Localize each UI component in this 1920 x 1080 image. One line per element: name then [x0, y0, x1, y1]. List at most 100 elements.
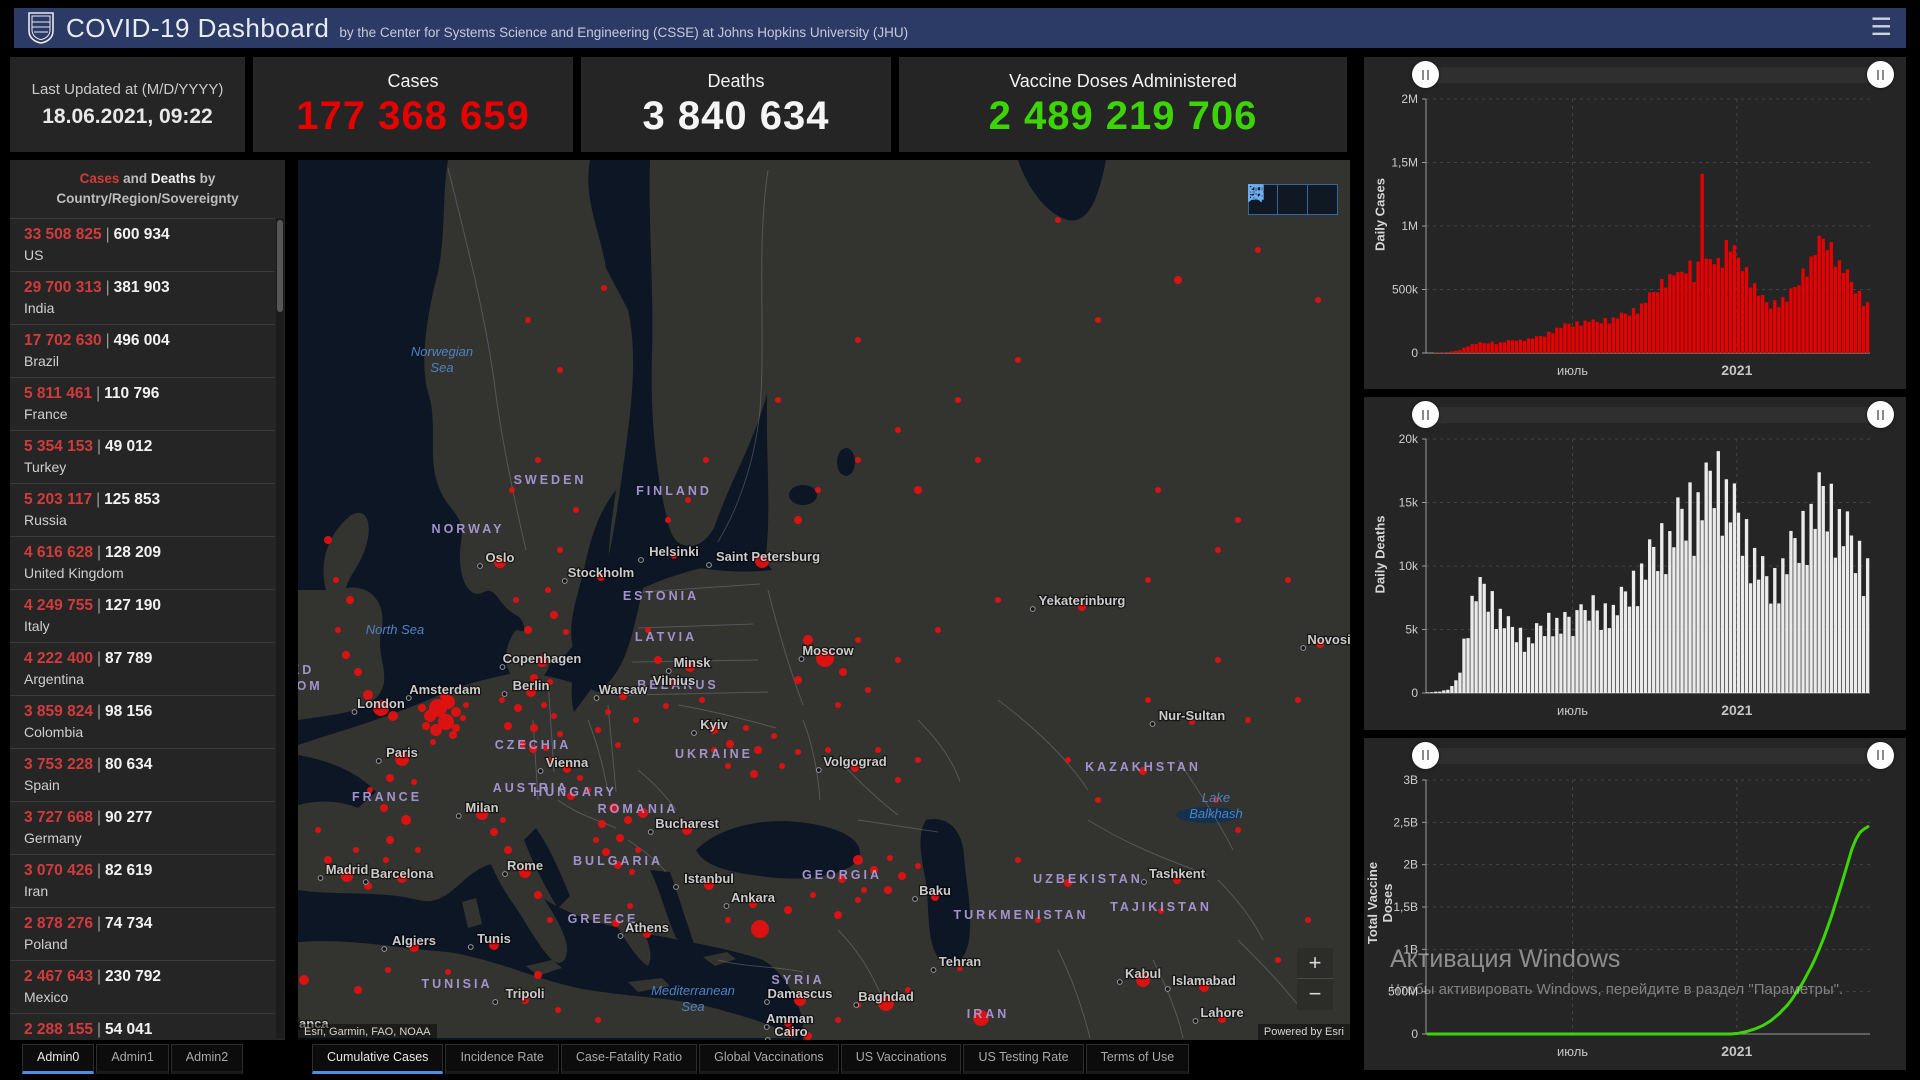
case-bubble[interactable]	[633, 717, 639, 723]
case-bubble[interactable]	[1235, 517, 1241, 523]
case-bubble[interactable]	[601, 285, 607, 291]
case-bubble[interactable]	[353, 847, 359, 853]
case-bubble[interactable]	[504, 722, 512, 730]
case-bubble[interactable]	[1055, 217, 1061, 223]
case-bubble[interactable]	[795, 749, 801, 755]
case-bubble[interactable]	[324, 536, 332, 544]
country-row[interactable]: 3 070 426|82 619Iran	[10, 854, 275, 907]
slider-handle-left[interactable]	[1412, 401, 1439, 428]
case-bubble[interactable]	[624, 816, 632, 824]
case-bubble[interactable]	[1145, 577, 1151, 583]
case-bubble[interactable]	[699, 697, 705, 703]
case-bubble[interactable]	[463, 702, 469, 708]
case-bubble[interactable]	[775, 397, 781, 403]
case-bubble[interactable]	[875, 747, 881, 753]
case-bubble[interactable]	[451, 707, 461, 717]
vaccine-doses-chart[interactable]: 0500M1B1,5B2B2,5B3Bиюль2021	[1364, 768, 1904, 1068]
case-bubble[interactable]	[955, 397, 961, 403]
case-bubble[interactable]	[422, 722, 430, 730]
case-bubble[interactable]	[834, 911, 842, 919]
case-bubble[interactable]	[386, 774, 394, 782]
case-bubble[interactable]	[1295, 697, 1301, 703]
case-bubble[interactable]	[499, 697, 505, 703]
case-bubble[interactable]	[411, 779, 417, 785]
case-bubble[interactable]	[815, 487, 821, 493]
case-bubble[interactable]	[665, 517, 671, 523]
case-bubble[interactable]	[703, 457, 709, 463]
case-bubble[interactable]	[504, 846, 512, 854]
case-bubble[interactable]	[595, 1017, 601, 1023]
case-bubble[interactable]	[430, 724, 442, 736]
case-bubble[interactable]	[1215, 657, 1221, 663]
country-row[interactable]: 29 700 313|381 903India	[10, 271, 275, 324]
case-bubble[interactable]	[460, 715, 466, 721]
case-bubble[interactable]	[743, 725, 749, 731]
zoom-in-button[interactable]: +	[1297, 948, 1333, 979]
case-bubble[interactable]	[629, 869, 635, 875]
case-bubble[interactable]	[654, 656, 662, 664]
case-bubble[interactable]	[865, 687, 871, 693]
country-row[interactable]: 4 249 755|127 190Italy	[10, 589, 275, 642]
case-bubble[interactable]	[895, 657, 901, 663]
case-bubble[interactable]	[388, 711, 398, 721]
scrollbar-thumb[interactable]	[277, 220, 283, 312]
vaccine-doses-time-slider[interactable]	[1416, 748, 1890, 764]
case-bubble[interactable]	[593, 837, 599, 843]
case-bubble[interactable]	[598, 820, 606, 828]
case-bubble[interactable]	[509, 487, 515, 493]
case-bubble[interactable]	[555, 1007, 561, 1013]
case-bubble[interactable]	[750, 770, 758, 778]
tab-incidence-rate[interactable]: Incidence Rate	[445, 1044, 558, 1074]
case-bubble[interactable]	[383, 857, 389, 863]
case-bubble[interactable]	[500, 817, 506, 823]
country-list-scrollbar[interactable]	[276, 218, 284, 1038]
case-bubble[interactable]	[1174, 276, 1182, 284]
case-bubble[interactable]	[333, 577, 339, 583]
slider-handle-left[interactable]	[1412, 61, 1439, 88]
country-row[interactable]: 3 753 228|80 634Spain	[10, 748, 275, 801]
country-row[interactable]: 3 727 668|90 277Germany	[10, 801, 275, 854]
country-row[interactable]: 2 878 276|74 734Poland	[10, 907, 275, 960]
case-bubble[interactable]	[884, 886, 892, 894]
case-bubble[interactable]	[725, 763, 731, 769]
case-bubble[interactable]	[887, 855, 893, 861]
country-row[interactable]: 33 508 825|600 934US	[10, 218, 275, 271]
daily-deaths-chart[interactable]: 05k10k15k20kиюль2021	[1364, 427, 1904, 727]
case-bubble[interactable]	[525, 317, 531, 323]
country-row[interactable]: 4 222 400|87 789Argentina	[10, 642, 275, 695]
tab-us-vaccinations[interactable]: US Vaccinations	[841, 1044, 962, 1074]
country-row[interactable]: 5 203 117|125 853Russia	[10, 483, 275, 536]
country-row[interactable]: 5 354 153|49 012Turkey	[10, 430, 275, 483]
case-bubble[interactable]	[524, 626, 532, 634]
basemap-button[interactable]	[1308, 184, 1338, 215]
tab-global-vaccinations[interactable]: Global Vaccinations	[699, 1044, 839, 1074]
case-bubble[interactable]	[975, 457, 981, 463]
case-bubble[interactable]	[835, 1017, 841, 1023]
case-bubble[interactable]	[335, 627, 341, 633]
case-bubble[interactable]	[635, 847, 641, 853]
case-bubble[interactable]	[853, 855, 863, 865]
case-bubble[interactable]	[557, 547, 563, 553]
daily-deaths-time-slider[interactable]	[1416, 407, 1890, 423]
case-bubble[interactable]	[563, 629, 569, 635]
daily-cases-chart[interactable]: 0500k1M1,5M2Mиюль2021	[1364, 87, 1904, 387]
country-row[interactable]: 2 467 643|230 792Mexico	[10, 960, 275, 1013]
case-bubble[interactable]	[551, 713, 557, 719]
case-bubble[interactable]	[1235, 827, 1241, 833]
case-bubble[interactable]	[605, 709, 611, 715]
case-bubble[interactable]	[430, 739, 436, 745]
case-bubble[interactable]	[1255, 247, 1261, 253]
case-bubble[interactable]	[835, 702, 841, 708]
case-bubble[interactable]	[346, 596, 354, 604]
case-bubble[interactable]	[794, 676, 802, 684]
case-bubble[interactable]	[514, 704, 522, 712]
case-bubble[interactable]	[401, 815, 411, 825]
case-bubble[interactable]	[995, 597, 1001, 603]
case-bubble[interactable]	[855, 337, 861, 343]
case-bubble[interactable]	[557, 731, 563, 737]
case-bubble[interactable]	[627, 903, 633, 909]
slider-handle-right[interactable]	[1867, 61, 1894, 88]
tab-case-fatality-ratio[interactable]: Case-Fatality Ratio	[561, 1044, 697, 1074]
case-bubble[interactable]	[545, 587, 551, 593]
case-bubble[interactable]	[354, 668, 362, 676]
